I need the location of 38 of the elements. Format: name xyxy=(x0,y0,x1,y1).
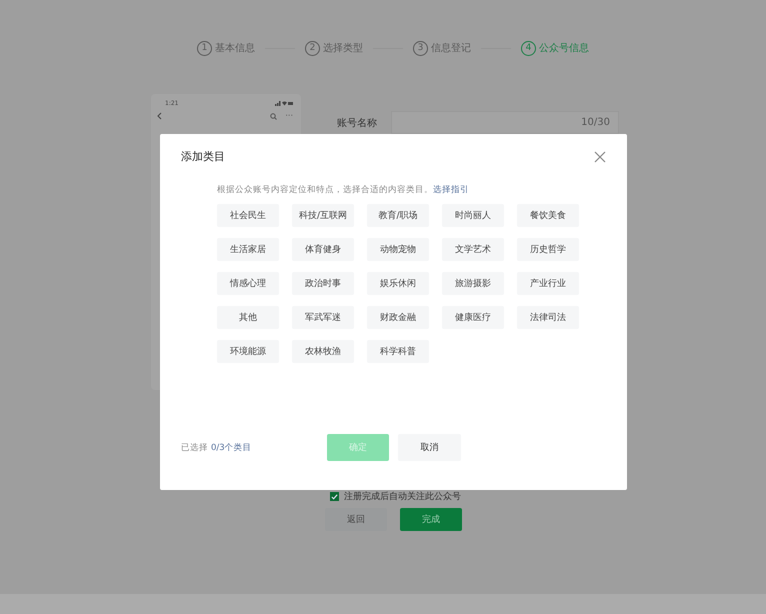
selection-count: 0/3个类目 xyxy=(211,442,252,452)
category-tag[interactable]: 财政金融 xyxy=(367,306,429,329)
category-tag[interactable]: 健康医疗 xyxy=(442,306,504,329)
category-tag[interactable]: 科学科普 xyxy=(367,340,429,363)
character-counter: 10/30 xyxy=(581,117,610,128)
category-tag[interactable]: 文学艺术 xyxy=(442,238,504,261)
close-icon[interactable] xyxy=(594,150,606,162)
category-tag[interactable]: 动物宠物 xyxy=(367,238,429,261)
description: 根据公众账号内容定位和特点，选择合适的内容类目。 xyxy=(217,185,433,195)
category-tag[interactable]: 情感心理 xyxy=(217,272,279,295)
back-icon[interactable] xyxy=(157,112,162,120)
category-tag[interactable]: 社会民生 xyxy=(217,204,279,227)
selection-label: 已选择 xyxy=(181,442,208,452)
back-button[interactable]: 返回 xyxy=(325,508,387,531)
search-icon[interactable] xyxy=(270,112,278,120)
category-tag[interactable]: 科技/互联网 xyxy=(292,204,354,227)
category-tag[interactable]: 餐饮美食 xyxy=(517,204,579,227)
cancel-button[interactable]: 取消 xyxy=(398,434,461,461)
category-tag[interactable]: 法律司法 xyxy=(517,306,579,329)
category-tag[interactable]: 其他 xyxy=(217,306,279,329)
category-tag[interactable]: 产业行业 xyxy=(517,272,579,295)
category-tag[interactable]: 历史哲学 xyxy=(517,238,579,261)
dialog-title: 添加类目 xyxy=(181,149,225,164)
category-tag[interactable]: 政治时事 xyxy=(292,272,354,295)
checkbox[interactable] xyxy=(330,492,339,501)
category-tag[interactable]: 农林牧渔 xyxy=(292,340,354,363)
category-tag[interactable]: 环境能源 xyxy=(217,340,279,363)
category-tag[interactable]: 教育/职场 xyxy=(367,204,429,227)
guide-link[interactable]: 选择指引 xyxy=(433,185,469,195)
category-tag[interactable]: 时尚丽人 xyxy=(442,204,504,227)
category-tag[interactable]: 生活家居 xyxy=(217,238,279,261)
field-label: 账号名称 xyxy=(337,116,377,130)
category-tag[interactable]: 军武军迷 xyxy=(292,306,354,329)
checkbox-label: 注册完成后自动关注此公众号 xyxy=(344,490,461,503)
category-tag[interactable]: 旅游摄影 xyxy=(442,272,504,295)
category-tag[interactable]: 娱乐休闲 xyxy=(367,272,429,295)
category-tag[interactable]: 体育健身 xyxy=(292,238,354,261)
status-icons xyxy=(275,101,293,106)
